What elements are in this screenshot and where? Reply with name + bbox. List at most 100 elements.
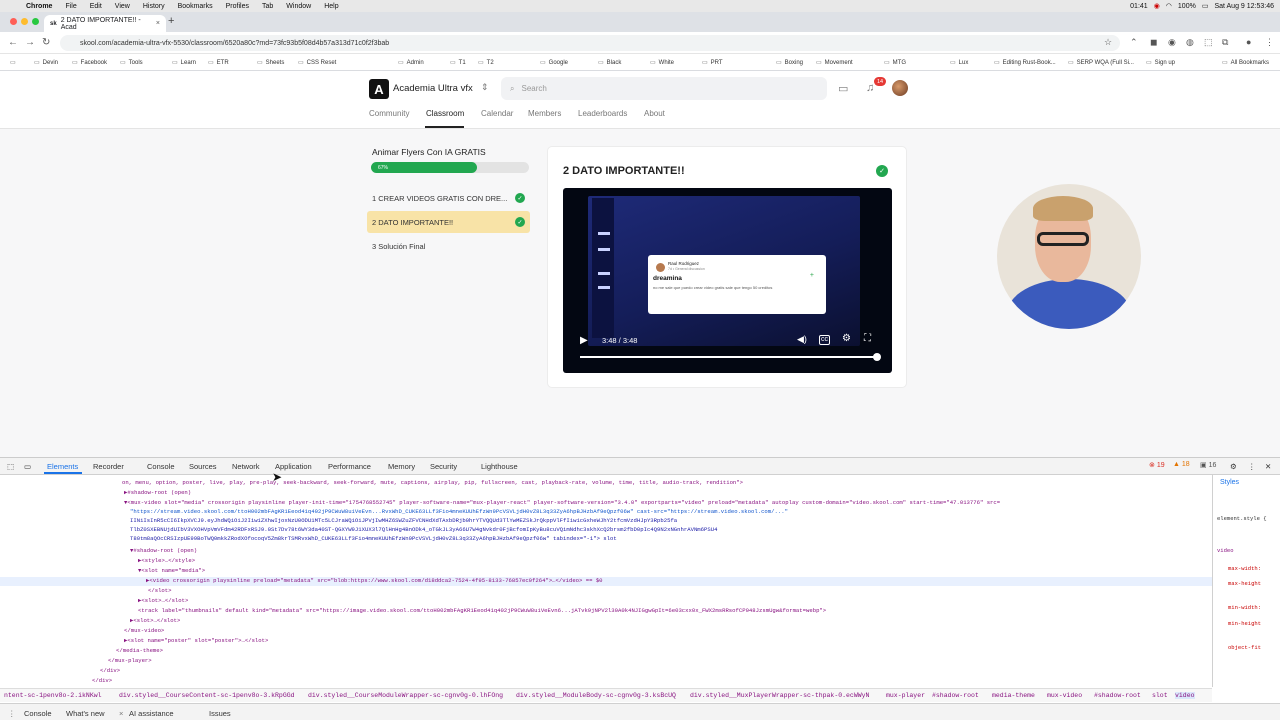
record-icon[interactable]: ◉ bbox=[1154, 2, 1160, 10]
breadcrumb-item-selected[interactable]: video bbox=[1175, 692, 1195, 699]
dom-line[interactable]: </div> bbox=[100, 667, 120, 674]
breadcrumb-item[interactable]: mux-video bbox=[1047, 692, 1082, 699]
devtools-more-icon[interactable]: ⋮ bbox=[1248, 462, 1256, 471]
breadcrumb-item[interactable]: slot bbox=[1152, 692, 1168, 699]
extension-icon[interactable]: ⌃ bbox=[1130, 37, 1138, 48]
reload-icon[interactable]: ↻ bbox=[42, 37, 50, 48]
devtools-tab-network[interactable]: Network bbox=[232, 462, 260, 471]
style-property[interactable]: min-width: bbox=[1228, 604, 1261, 611]
info-count[interactable]: ▣ 16 bbox=[1200, 461, 1216, 469]
chrome-menu-icon[interactable]: ⋮ bbox=[1265, 37, 1274, 48]
bookmark-item[interactable]: CSS Reset bbox=[298, 59, 337, 66]
drawer-tab-issues[interactable]: Issues bbox=[209, 709, 231, 718]
lesson-item-active[interactable]: 2 DATO IMPORTANTE!! ✓ bbox=[367, 211, 530, 233]
menu-window[interactable]: Window bbox=[286, 3, 311, 10]
extension-icon[interactable]: ◉ bbox=[1168, 37, 1176, 48]
menu-history[interactable]: History bbox=[143, 3, 165, 10]
new-tab-icon[interactable]: + bbox=[168, 15, 174, 27]
group-name[interactable]: Academia Ultra vfx bbox=[393, 83, 473, 94]
bookmark-item[interactable]: T1 bbox=[450, 59, 466, 66]
forward-icon[interactable]: → bbox=[25, 37, 35, 48]
dom-line[interactable]: ▼#shadow-root (open) bbox=[130, 547, 197, 554]
breadcrumb-item[interactable]: mux-player bbox=[886, 692, 925, 699]
bookmark-item[interactable]: PRT bbox=[702, 59, 723, 66]
settings-gear-icon[interactable]: ⚙ bbox=[842, 333, 851, 344]
chat-icon[interactable]: ▭ bbox=[838, 82, 848, 95]
profile-avatar-icon[interactable]: ● bbox=[1246, 37, 1251, 47]
clock[interactable]: Sat Aug 9 12:53:46 bbox=[1214, 3, 1274, 10]
bookmark-item[interactable]: Facebook bbox=[72, 59, 107, 66]
extension-icon[interactable]: ◼ bbox=[1150, 37, 1157, 48]
extension-icon[interactable]: ◍ bbox=[1186, 37, 1194, 48]
bookmark-item[interactable]: Boxing bbox=[776, 59, 803, 66]
mark-complete-check-icon[interactable]: ✓ bbox=[876, 165, 888, 177]
bookmark-item[interactable]: Learn bbox=[172, 59, 196, 66]
seek-handle[interactable] bbox=[873, 353, 881, 361]
menu-view[interactable]: View bbox=[115, 3, 130, 10]
bookmark-item[interactable]: Sign up bbox=[1146, 59, 1175, 66]
wifi-icon[interactable]: ◠ bbox=[1166, 2, 1172, 10]
style-property[interactable]: max-width: bbox=[1228, 565, 1261, 572]
user-avatar[interactable] bbox=[892, 80, 908, 96]
bookmark-item[interactable]: White bbox=[650, 59, 674, 66]
drawer-tab-ai-assistance[interactable]: AI assistance bbox=[129, 709, 174, 718]
menu-help[interactable]: Help bbox=[324, 3, 338, 10]
breadcrumb-item[interactable]: div.styled__CourseContent-sc-1penv8o-3.k… bbox=[119, 692, 295, 699]
style-property[interactable]: max-height bbox=[1228, 580, 1261, 587]
dom-line[interactable]: <track label="thumbnails" default kind="… bbox=[138, 607, 1212, 614]
bookmark-item[interactable]: Black bbox=[598, 59, 622, 66]
breadcrumb-item[interactable]: #shadow-root bbox=[1094, 692, 1141, 699]
seek-bar[interactable] bbox=[580, 356, 878, 358]
dom-line[interactable]: ▶#shadow-root (open) bbox=[124, 489, 191, 496]
captions-icon[interactable]: cc bbox=[819, 335, 830, 345]
menu-app-name[interactable]: Chrome bbox=[26, 3, 52, 10]
bookmark-item[interactable]: Lux bbox=[950, 59, 969, 66]
tab-leaderboards[interactable]: Leaderboards bbox=[578, 109, 627, 118]
dom-line[interactable]: </mux-player> bbox=[108, 657, 152, 664]
video-player[interactable]: Raul Rodriguez 7d • General discussion d… bbox=[563, 188, 892, 373]
devtools-tab-performance[interactable]: Performance bbox=[328, 462, 371, 471]
lesson-item[interactable]: 1 CREAR VIDEOS GRATIS CON DRE... ✓ bbox=[367, 187, 530, 209]
dom-line-link[interactable]: "https://stream.video.skool.com/ttoH002m… bbox=[130, 508, 1212, 515]
tab-about[interactable]: About bbox=[644, 109, 665, 118]
drawer-tab-close-icon[interactable]: × bbox=[119, 709, 123, 718]
search-input[interactable]: ⌕ Search bbox=[501, 77, 827, 100]
breadcrumb-item[interactable]: div.styled__ModuleBody-sc-cgnv0g-3.ksBcU… bbox=[516, 692, 676, 699]
minimize-window-button[interactable] bbox=[21, 18, 28, 25]
style-rule[interactable]: element.style { bbox=[1217, 515, 1267, 522]
menu-file[interactable]: File bbox=[65, 3, 76, 10]
devtools-tab-security[interactable]: Security bbox=[430, 462, 457, 471]
volume-icon[interactable]: ◀) bbox=[797, 334, 807, 345]
all-bookmarks[interactable]: All Bookmarks bbox=[1222, 59, 1269, 66]
play-icon[interactable]: ▶ bbox=[580, 335, 588, 346]
close-tab-icon[interactable]: × bbox=[156, 20, 160, 27]
bookmark-item[interactable]: Tools bbox=[120, 59, 143, 66]
breadcrumb-item[interactable]: div.styled__CourseModuleWrapper-sc-cgnv0… bbox=[308, 692, 503, 699]
devtools-settings-gear-icon[interactable]: ⚙ bbox=[1230, 462, 1237, 471]
address-bar[interactable]: skool.com/academia-ultra-vfx-5530/classr… bbox=[60, 35, 1120, 51]
bookmark-item[interactable]: ETR bbox=[208, 59, 229, 66]
battery-icon[interactable]: ▭ bbox=[1202, 2, 1209, 10]
drawer-tab-console[interactable]: Console bbox=[24, 709, 52, 718]
extensions-puzzle-icon[interactable]: ⧉ bbox=[1222, 37, 1228, 48]
breadcrumb-item[interactable]: div.styled__MuxPlayerWrapper-sc-thpak-0.… bbox=[690, 692, 869, 699]
devtools-tab-sources[interactable]: Sources bbox=[189, 462, 217, 471]
tab-calendar[interactable]: Calendar bbox=[481, 109, 513, 118]
dom-line[interactable]: on, menu, option, poster, live, play, pr… bbox=[122, 479, 1212, 486]
dom-line[interactable]: ▼<mux-video slot="media" crossorigin pla… bbox=[124, 499, 1212, 506]
dom-line[interactable]: TlbZ0SXEBNUjdUIbV3VXOHVpVmVFdm42RDFxRSJ9… bbox=[130, 526, 1212, 533]
breadcrumb-item[interactable]: ntent-sc-1penv8o-2.ikNKwl bbox=[4, 692, 102, 699]
dom-line[interactable]: ▶<style>…</style> bbox=[138, 557, 195, 564]
drawer-menu-icon[interactable]: ⋮ bbox=[8, 709, 16, 718]
menu-tab[interactable]: Tab bbox=[262, 3, 273, 10]
dom-line[interactable]: ▶<slot name="poster" slot="poster">…</sl… bbox=[124, 637, 268, 644]
dom-line[interactable]: </div> bbox=[92, 677, 112, 684]
style-rule[interactable]: video bbox=[1217, 547, 1234, 554]
browser-tab-active[interactable]: sk 2 DATO IMPORTANTE!! - Acad × bbox=[44, 15, 166, 32]
back-icon[interactable]: ← bbox=[8, 37, 18, 48]
devtools-tab-memory[interactable]: Memory bbox=[388, 462, 415, 471]
close-window-button[interactable] bbox=[10, 18, 17, 25]
dom-line[interactable]: ▶<slot>…</slot> bbox=[138, 597, 188, 604]
tab-classroom[interactable]: Classroom bbox=[426, 109, 464, 118]
error-count[interactable]: ⊗ 19 bbox=[1149, 461, 1165, 469]
